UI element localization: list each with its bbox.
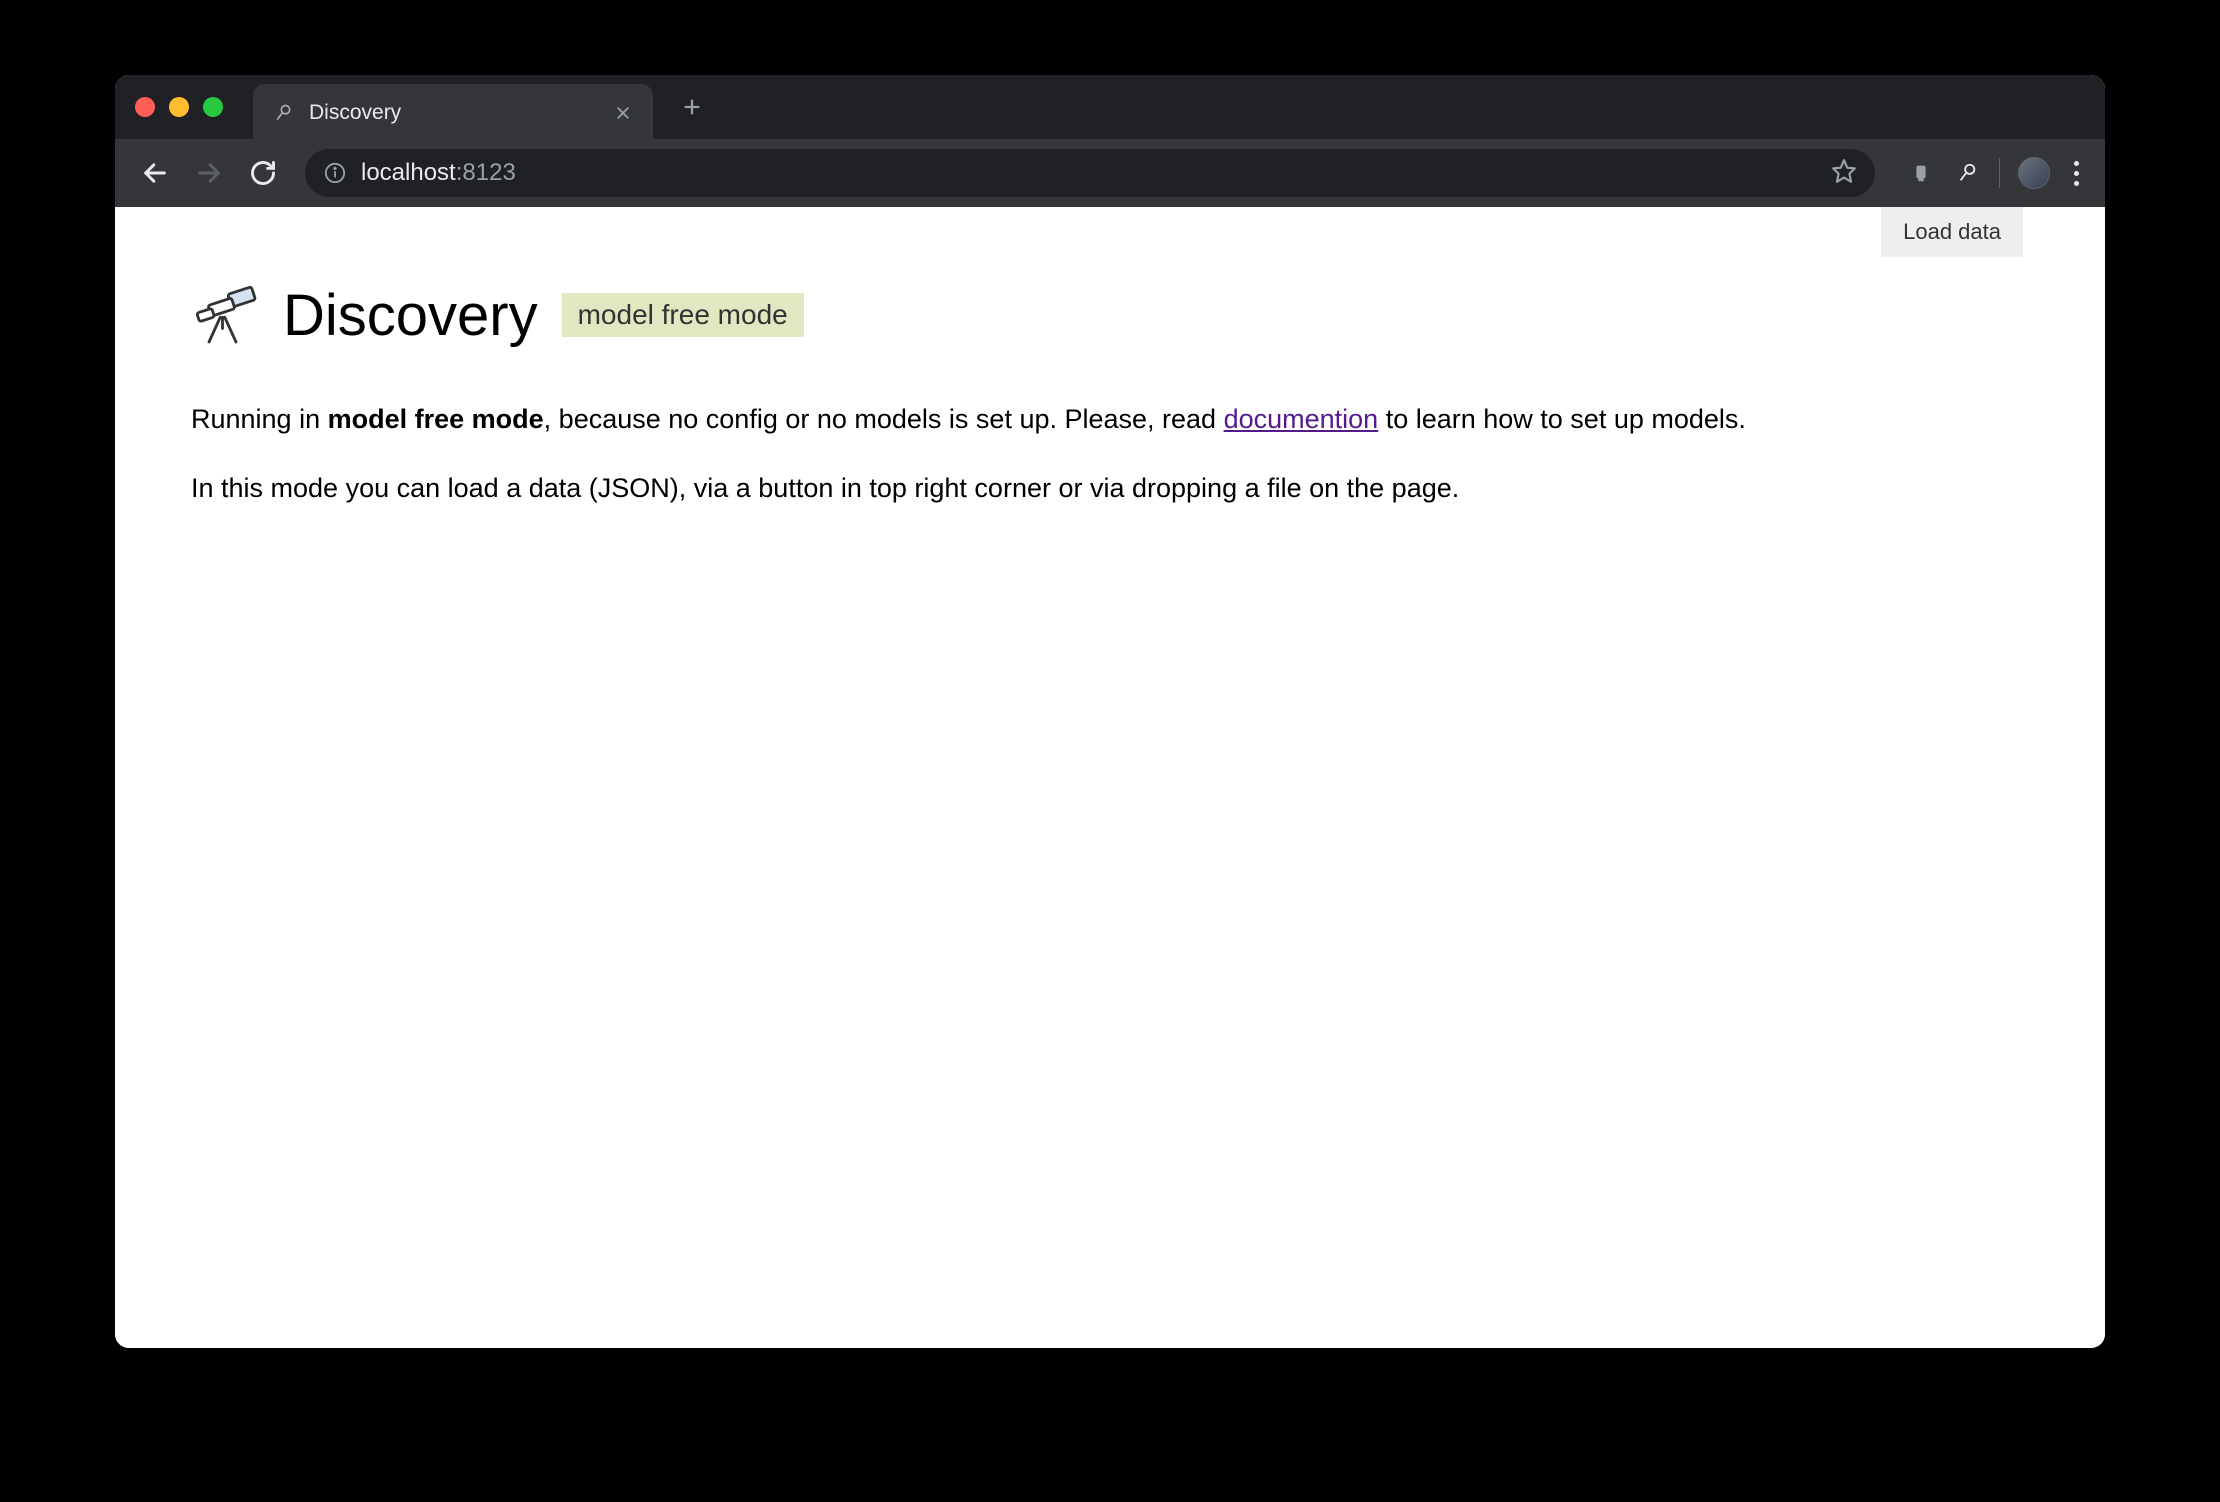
bookmark-star-icon[interactable] <box>1831 158 1857 189</box>
site-info-icon[interactable] <box>323 161 347 185</box>
page-content: Load data Discovery <box>115 207 2105 1348</box>
page-body: Discovery model free mode Running in mod… <box>115 207 2105 608</box>
url-text: localhost:8123 <box>361 159 1817 187</box>
browser-toolbar: localhost:8123 <box>115 139 2105 207</box>
browser-menu-button[interactable] <box>2068 155 2085 192</box>
documentation-link[interactable]: documention <box>1224 404 1379 434</box>
browser-window: Discovery <box>115 75 2105 1348</box>
window-minimize-button[interactable] <box>169 97 189 117</box>
tab-title: Discovery <box>309 101 597 125</box>
p1-suffix: to learn how to set up models. <box>1378 404 1746 434</box>
info-paragraph-1: Running in model free mode, because no c… <box>191 399 2029 440</box>
telescope-icon <box>191 279 263 351</box>
tab-close-icon[interactable] <box>611 101 635 125</box>
url-host: localhost <box>361 159 456 186</box>
extension-icons <box>1907 155 2085 192</box>
p1-mid: , because no config or no models is set … <box>544 404 1224 434</box>
load-data-button[interactable]: Load data <box>1881 207 2023 257</box>
address-bar[interactable]: localhost:8123 <box>305 149 1875 197</box>
info-paragraph-2: In this mode you can load a data (JSON),… <box>191 468 2029 509</box>
mode-badge: model free mode <box>562 293 804 337</box>
extension-icon-2[interactable] <box>1953 159 1981 187</box>
toolbar-divider <box>1999 158 2000 188</box>
forward-button[interactable] <box>189 153 229 193</box>
back-button[interactable] <box>135 153 175 193</box>
window-close-button[interactable] <box>135 97 155 117</box>
new-tab-button[interactable] <box>671 86 713 128</box>
page-header: Discovery model free mode <box>191 279 2029 351</box>
profile-avatar[interactable] <box>2018 157 2050 189</box>
p1-bold: model free mode <box>328 404 544 434</box>
url-port: :8123 <box>456 159 516 186</box>
p1-prefix: Running in <box>191 404 328 434</box>
window-maximize-button[interactable] <box>203 97 223 117</box>
extension-icon-1[interactable] <box>1907 159 1935 187</box>
reload-button[interactable] <box>243 153 283 193</box>
browser-tab[interactable]: Discovery <box>253 84 653 142</box>
window-controls <box>135 97 223 117</box>
tab-favicon-icon <box>271 101 295 125</box>
page-title: Discovery <box>283 282 538 349</box>
tab-bar: Discovery <box>115 75 2105 139</box>
